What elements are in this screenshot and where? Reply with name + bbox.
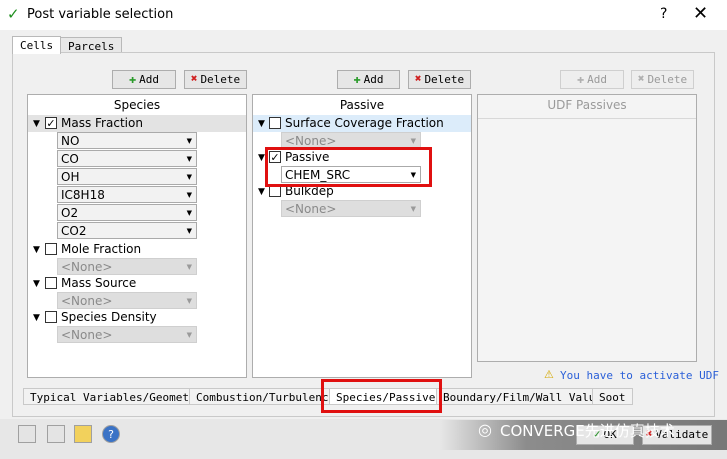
mole-fraction-select[interactable]: <None> ▼: [57, 258, 197, 275]
species-density-checkbox[interactable]: [45, 311, 57, 323]
species-density-select[interactable]: <None> ▼: [57, 326, 197, 343]
mass-source-label: Mass Source: [61, 276, 137, 290]
species-select[interactable]: IC8H18 ▼: [57, 186, 197, 203]
window-title: Post variable selection: [27, 7, 174, 22]
delete-icon: ✖: [414, 72, 422, 85]
expand-arrow-icon[interactable]: ▼: [33, 313, 40, 323]
tab-combustion-turbulence[interactable]: Combustion/Turbulence: [189, 388, 343, 405]
watermark-text: CONVERGE先进仿真技术: [500, 422, 675, 440]
species-select[interactable]: O2 ▼: [57, 204, 197, 221]
mole-fraction-checkbox[interactable]: [45, 243, 57, 255]
tab-cells[interactable]: Cells: [12, 36, 62, 54]
wechat-icon: ◎: [478, 420, 492, 439]
expand-arrow-icon[interactable]: ▼: [33, 119, 40, 129]
close-button[interactable]: ✕: [693, 3, 708, 24]
species-select[interactable]: NO ▼: [57, 132, 197, 149]
species-add-button[interactable]: ✚ Add: [112, 70, 176, 89]
species-delete-button[interactable]: ✖ Delete: [184, 70, 247, 89]
bulkdep-select[interactable]: <None> ▼: [281, 200, 421, 217]
dropdown-arrow-icon: ▼: [186, 297, 192, 305]
delete-icon: ✖: [190, 72, 198, 85]
udf-panel: UDF Passives: [477, 94, 697, 362]
plus-icon: ✚: [353, 72, 361, 86]
mole-fraction-label: Mole Fraction: [61, 242, 142, 256]
species-select[interactable]: OH ▼: [57, 168, 197, 185]
import-icon[interactable]: [47, 425, 65, 443]
dropdown-arrow-icon: ▼: [186, 137, 192, 145]
expand-arrow-icon[interactable]: ▼: [258, 119, 265, 129]
dropdown-arrow-icon: ▼: [410, 205, 416, 213]
udf-add-button[interactable]: ✚ Add: [560, 70, 624, 89]
mass-fraction-checkbox[interactable]: ✓: [45, 117, 57, 129]
udf-delete-button[interactable]: ✖ Delete: [631, 70, 694, 89]
export-icon[interactable]: [18, 425, 36, 443]
dropdown-arrow-icon: ▼: [186, 331, 192, 339]
tab-soot[interactable]: Soot: [592, 388, 633, 405]
tab-boundary-film-wall[interactable]: Boundary/Film/Wall Value: [436, 388, 609, 405]
dropdown-arrow-icon: ▼: [186, 227, 192, 235]
udf-panel-title: UDF Passives: [478, 95, 696, 119]
info-icon[interactable]: ?: [102, 425, 120, 443]
mass-source-checkbox[interactable]: [45, 277, 57, 289]
mass-fraction-label: Mass Fraction: [61, 116, 143, 130]
species-select[interactable]: CO ▼: [57, 150, 197, 167]
passive-add-button[interactable]: ✚ Add: [337, 70, 400, 89]
udf-message: You have to activate UDF: [560, 369, 719, 382]
expand-arrow-icon[interactable]: ▼: [258, 153, 265, 163]
checkmark-icon: ✓: [7, 5, 20, 23]
tab-typical-variables[interactable]: Typical Variables/Geometry: [23, 388, 210, 405]
plus-icon: ✚: [128, 72, 137, 86]
expand-arrow-icon[interactable]: ▼: [33, 279, 40, 289]
species-density-label: Species Density: [61, 310, 157, 324]
dropdown-arrow-icon: ▼: [186, 155, 192, 163]
passive-delete-button[interactable]: ✖ Delete: [408, 70, 471, 89]
species-select[interactable]: CO2 ▼: [57, 222, 197, 239]
surface-coverage-checkbox[interactable]: [269, 117, 281, 129]
dropdown-arrow-icon: ▼: [186, 209, 192, 217]
dropdown-arrow-icon: ▼: [186, 263, 192, 271]
help-button[interactable]: ?: [660, 6, 667, 22]
highlight-box: [265, 147, 432, 187]
highlight-box: [321, 379, 442, 413]
warning-icon: ⚠: [544, 368, 554, 381]
expand-arrow-icon[interactable]: ▼: [258, 187, 265, 197]
mass-source-select[interactable]: <None> ▼: [57, 292, 197, 309]
note-icon[interactable]: [74, 425, 92, 443]
expand-arrow-icon[interactable]: ▼: [33, 245, 40, 255]
dropdown-arrow-icon: ▼: [410, 137, 416, 145]
plus-icon: ✚: [576, 72, 585, 86]
dropdown-arrow-icon: ▼: [186, 173, 192, 181]
surface-coverage-label: Surface Coverage Fraction: [285, 116, 444, 130]
dropdown-arrow-icon: ▼: [186, 191, 192, 199]
delete-icon: ✖: [637, 72, 645, 85]
